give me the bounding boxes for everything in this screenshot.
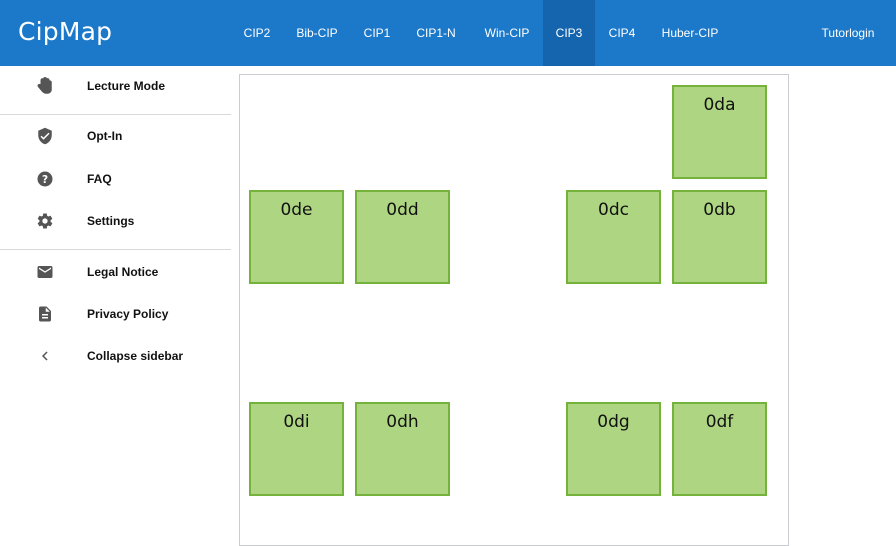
sidebar-item-collapse[interactable]: Collapse sidebar [0, 336, 231, 376]
tab-cip3[interactable]: CIP3 [543, 0, 595, 66]
chevron-left-icon [36, 347, 54, 365]
room-map: 0da 0de 0dd 0dc 0db 0di 0dh 0dg 0df [239, 74, 789, 546]
room-0df[interactable]: 0df [672, 402, 767, 496]
room-label: 0db [703, 200, 736, 220]
sidebar-item-legal-notice[interactable]: Legal Notice [0, 252, 231, 292]
mail-icon [36, 263, 54, 281]
top-app-bar: CipMap CIP2 Bib-CIP CIP1 CIP1-N Win-CIP … [0, 0, 896, 66]
room-0di[interactable]: 0di [249, 402, 344, 496]
hand-icon [36, 77, 54, 95]
gear-icon [36, 212, 54, 230]
room-0dg[interactable]: 0dg [566, 402, 661, 496]
room-0db[interactable]: 0db [672, 190, 767, 284]
room-label: 0da [703, 95, 736, 115]
sidebar-item-opt-in[interactable]: Opt-In [0, 116, 231, 156]
sidebar: Lecture Mode Opt-In ? FAQ Settings Legal… [0, 66, 231, 532]
tab-win-cip[interactable]: Win-CIP [474, 0, 540, 66]
room-0de[interactable]: 0de [249, 190, 344, 284]
sidebar-item-label: Legal Notice [87, 265, 159, 279]
tab-cip2[interactable]: CIP2 [234, 0, 280, 66]
tab-cip4[interactable]: CIP4 [599, 0, 645, 66]
sidebar-item-label: Collapse sidebar [87, 349, 184, 363]
sidebar-divider [0, 114, 231, 115]
svg-text:?: ? [42, 174, 48, 186]
sidebar-item-privacy-policy[interactable]: Privacy Policy [0, 294, 231, 334]
room-0dd[interactable]: 0dd [355, 190, 450, 284]
room-0dh[interactable]: 0dh [355, 402, 450, 496]
tutorlogin-button[interactable]: Tutorlogin [806, 0, 890, 66]
tab-cip1-n[interactable]: CIP1-N [406, 0, 466, 66]
sidebar-item-label: Opt-In [87, 129, 123, 143]
sidebar-item-label: FAQ [87, 172, 112, 186]
room-label: 0de [280, 200, 313, 220]
room-label: 0dc [598, 200, 629, 220]
sidebar-divider [0, 249, 231, 250]
help-circle-icon: ? [36, 170, 54, 188]
room-tabs: CIP2 Bib-CIP CIP1 CIP1-N Win-CIP CIP3 CI… [0, 0, 896, 66]
room-label: 0dg [597, 412, 630, 432]
document-icon [36, 305, 54, 323]
room-0da[interactable]: 0da [672, 85, 767, 179]
room-label: 0di [283, 412, 310, 432]
room-label: 0df [705, 412, 734, 432]
tab-bib-cip[interactable]: Bib-CIP [286, 0, 348, 66]
sidebar-item-label: Settings [87, 214, 135, 228]
sidebar-item-label: Privacy Policy [87, 307, 169, 321]
shield-check-icon [36, 127, 54, 145]
tab-cip1[interactable]: CIP1 [354, 0, 400, 66]
room-label: 0dh [386, 412, 419, 432]
sidebar-item-label: Lecture Mode [87, 79, 166, 93]
room-0dc[interactable]: 0dc [566, 190, 661, 284]
sidebar-item-lecture-mode[interactable]: Lecture Mode [0, 66, 231, 106]
tab-huber-cip[interactable]: Huber-CIP [650, 0, 730, 66]
sidebar-item-faq[interactable]: ? FAQ [0, 159, 231, 199]
sidebar-item-settings[interactable]: Settings [0, 201, 231, 241]
room-label: 0dd [386, 200, 419, 220]
